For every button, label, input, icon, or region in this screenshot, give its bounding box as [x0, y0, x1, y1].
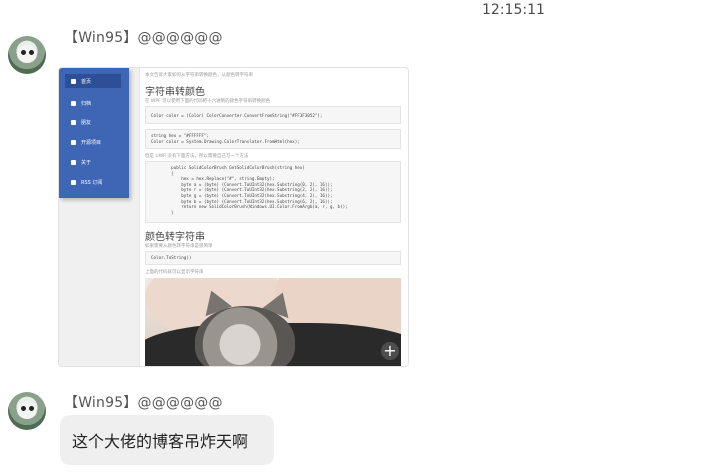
avatar-face: [17, 401, 37, 419]
rss-icon: [71, 179, 76, 185]
sidebar-item-about[interactable]: 关于: [65, 155, 121, 169]
heading-string-to-color: 字符串转颜色: [145, 87, 205, 98]
sidebar-item-friends[interactable]: 朋友: [65, 115, 121, 129]
plus-icon[interactable]: +: [381, 342, 399, 360]
avatar-eye: [29, 406, 34, 411]
sidebar-item-projects[interactable]: 开源项目: [65, 135, 121, 149]
sender-name[interactable]: 【Win95】@@@@@@: [64, 27, 223, 47]
timestamp: 12:15:11: [482, 2, 545, 18]
github-icon: [71, 139, 76, 145]
chat-icon: [71, 100, 76, 106]
image-message[interactable]: 首页 归档 朋友 开源项目 关于 RSS 订阅 本文告诉大家如何从字符串转换颜色…: [58, 67, 409, 367]
book-icon: [71, 78, 76, 84]
paragraph-color-to-string: 如果需要从颜色转字符串是很简单: [145, 244, 213, 249]
code-block: Color color = (Color) ColorConverter.Con…: [145, 106, 401, 124]
avatar-eye: [29, 50, 34, 55]
sender-name[interactable]: 【Win95】@@@@@@: [64, 392, 223, 412]
avatar[interactable]: [8, 36, 46, 74]
blog-content: 本文告诉大家如何从字符串转换颜色，从颜色转字符串 字符串转颜色 在 WPF 可以…: [139, 68, 408, 366]
paragraph-display: 上面的代码就可以显示字符串: [145, 270, 204, 275]
code-block: Color.ToString(): [145, 251, 401, 265]
info-icon: [71, 159, 76, 165]
avatar-face: [17, 45, 37, 63]
paragraph-wpf: 在 WPF 可以使用下面的代码把十六进制的颜色字符串转换颜色: [145, 99, 271, 104]
avatar-eye: [21, 50, 26, 55]
sidebar-item-archive[interactable]: 归档: [65, 96, 121, 110]
message-text: 这个大佬的博客吊炸天啊: [72, 432, 249, 451]
cat-photo: [145, 278, 401, 366]
paragraph-uwp: 但是 UWP 没有下面方法，所以需要自己写一个方法: [145, 154, 249, 159]
kitten: [195, 306, 295, 366]
heading-color-to-string: 颜色转字符串: [145, 232, 205, 243]
avatar[interactable]: [8, 392, 46, 430]
users-icon: [71, 119, 76, 125]
sidebar-item-home[interactable]: 首页: [65, 74, 121, 88]
avatar-eye: [21, 406, 26, 411]
blog-sidebar: 首页 归档 朋友 开源项目 关于 RSS 订阅: [59, 68, 129, 198]
intro-text: 本文告诉大家如何从字符串转换颜色，从颜色转字符串: [145, 73, 253, 78]
code-block: public SolidColorBrush GetSolidColorBrus…: [145, 161, 401, 223]
code-block: string hex = "#FFFFFF"; Color color = Sy…: [145, 129, 401, 149]
message-bubble[interactable]: 这个大佬的博客吊炸天啊: [60, 415, 274, 465]
sidebar-item-rss[interactable]: RSS 订阅: [65, 175, 121, 189]
